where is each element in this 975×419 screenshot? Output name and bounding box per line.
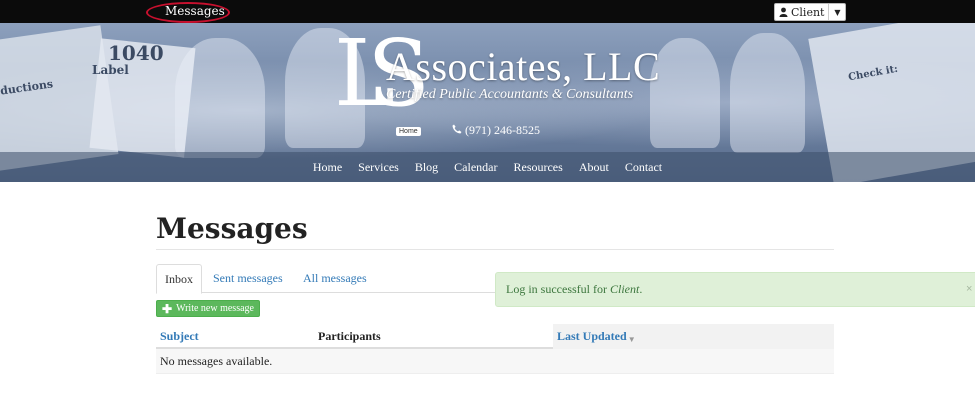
table-header: Subject Participants Last Updated ▼ <box>156 324 834 349</box>
photo-person <box>175 38 265 158</box>
phone-icon <box>452 123 462 138</box>
column-header-last-updated[interactable]: Last Updated ▼ <box>557 329 636 344</box>
tab-all-messages[interactable]: All messages <box>303 264 367 293</box>
main-navigation: Home Services Blog Calendar Resources Ab… <box>0 152 975 182</box>
nav-item-contact[interactable]: Contact <box>617 160 670 175</box>
column-header-participants: Participants <box>318 329 381 343</box>
home-tooltip: Home <box>396 127 421 136</box>
write-new-message-button[interactable]: ✚ Write new message <box>156 300 260 317</box>
alert-text: Log in successful for Client. <box>506 282 643 296</box>
tab-inbox[interactable]: Inbox <box>156 264 202 294</box>
client-account-button[interactable]: Client ▼ <box>774 3 847 21</box>
phone-number[interactable]: (971) 246-8525 <box>452 123 540 138</box>
sort-desc-icon: ▼ <box>627 335 636 344</box>
caret-down-icon[interactable]: ▼ <box>829 4 845 20</box>
client-button-label: Client <box>791 5 825 19</box>
user-icon <box>779 7 788 17</box>
form-number-text: 1040 <box>108 41 164 65</box>
login-success-alert: Log in successful for Client. × <box>495 272 975 307</box>
client-button-main[interactable]: Client <box>775 4 830 20</box>
photo-person <box>730 33 805 153</box>
company-tagline: Certified Public Accountants & Consultan… <box>386 87 634 102</box>
form-label-text: Label <box>92 63 129 77</box>
nav-item-blog[interactable]: Blog <box>407 160 446 175</box>
close-icon[interactable]: × <box>966 283 972 295</box>
tab-sent-messages[interactable]: Sent messages <box>213 264 283 293</box>
page-title: Messages <box>156 212 308 245</box>
write-new-message-label: Write new message <box>176 303 254 314</box>
messages-link[interactable]: Messages <box>165 4 225 18</box>
messages-table: Subject Participants Last Updated ▼ No m… <box>156 324 834 374</box>
hero-banner: 1040 Label ductions Check it: LS Associa… <box>0 23 975 182</box>
alert-username: Client <box>609 282 640 296</box>
last-updated-label: Last Updated <box>557 329 627 343</box>
table-row-empty: No messages available. <box>156 349 834 374</box>
phone-number-text: (971) 246-8525 <box>465 123 540 137</box>
title-divider <box>156 249 834 250</box>
top-bar: Messages Client ▼ <box>0 0 975 23</box>
nav-item-services[interactable]: Services <box>350 160 407 175</box>
plus-icon: ✚ <box>162 301 173 316</box>
nav-item-home[interactable]: Home <box>305 160 350 175</box>
column-header-subject[interactable]: Subject <box>160 329 199 344</box>
company-name: Associates, LLC <box>386 44 661 89</box>
nav-item-calendar[interactable]: Calendar <box>446 160 505 175</box>
photo-person <box>650 38 720 148</box>
nav-item-about[interactable]: About <box>571 160 617 175</box>
nav-item-resources[interactable]: Resources <box>505 160 570 175</box>
